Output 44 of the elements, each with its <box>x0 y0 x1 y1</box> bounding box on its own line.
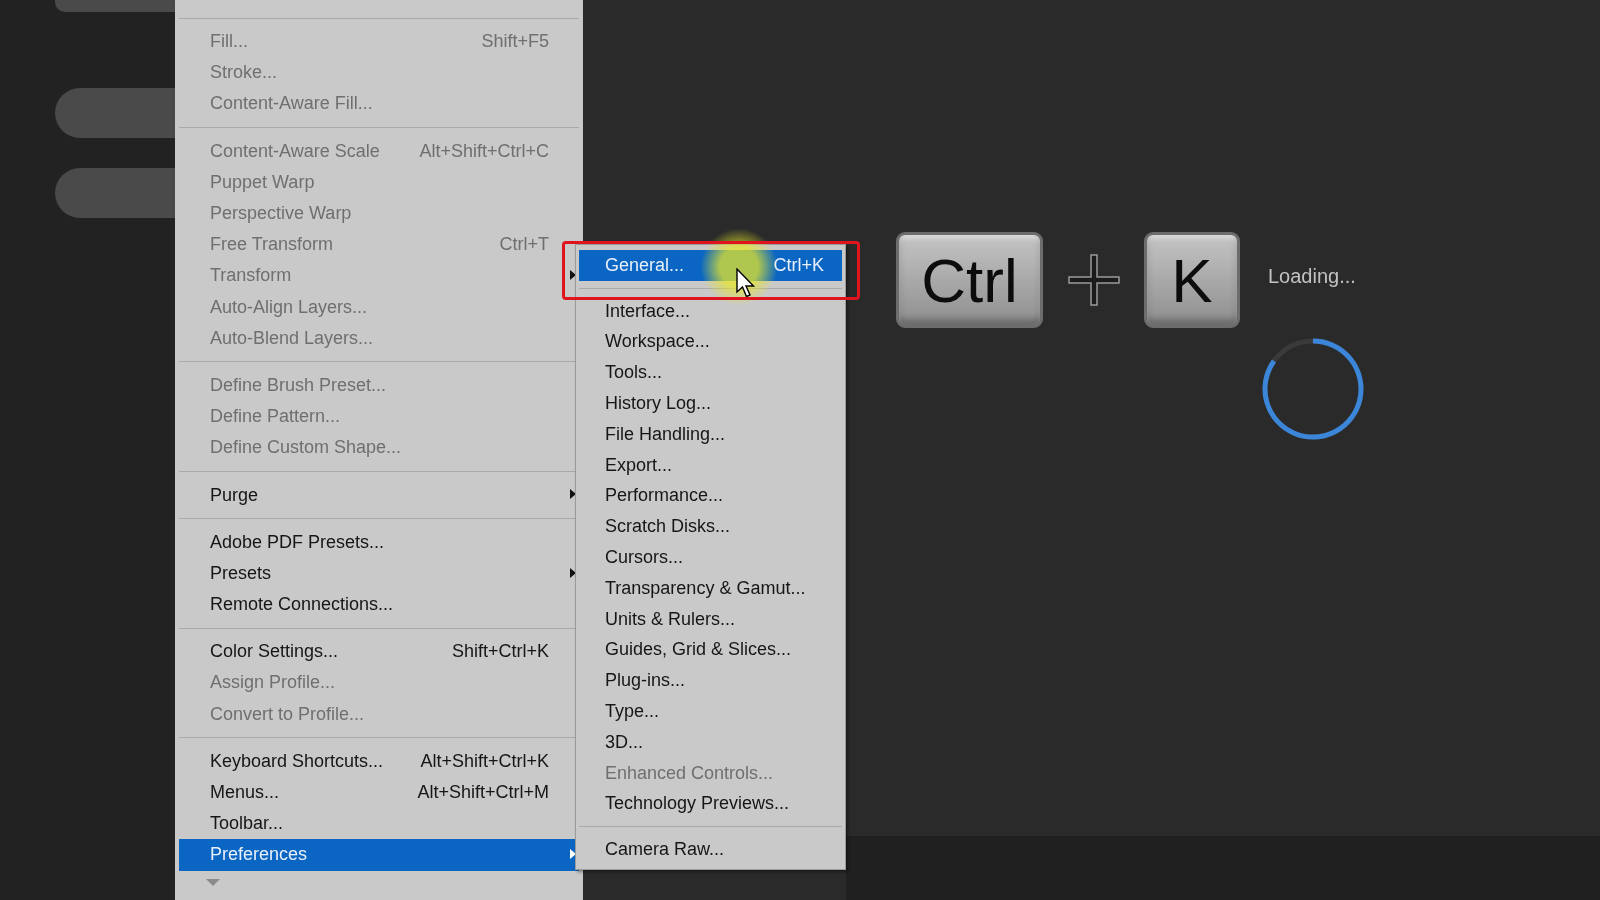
plus-icon <box>1067 253 1121 307</box>
menu-item[interactable]: General... Ctrl+K <box>579 250 842 281</box>
menu-item[interactable]: Interface... <box>579 295 842 327</box>
menu-item[interactable]: 3D... <box>579 726 842 758</box>
submenu-arrow-icon <box>570 849 576 860</box>
menu-item[interactable]: Color Settings... Shift+Ctrl+K <box>179 636 579 668</box>
keycap: Ctrl <box>896 232 1043 328</box>
menu-item[interactable]: Export... <box>579 449 842 481</box>
menu-item[interactable]: Workspace... <box>579 326 842 358</box>
menu-item[interactable]: Remote Connections... <box>179 589 579 621</box>
menu-item[interactable]: Units & Rulers... <box>579 603 842 635</box>
submenu-arrow-icon <box>570 489 576 500</box>
menu-item[interactable]: Plug-ins... <box>579 665 842 697</box>
submenu-arrow-icon <box>570 270 576 281</box>
shortcut-text: Shift+Ctrl+K <box>451 641 549 663</box>
menu-item[interactable]: Purge <box>179 479 579 511</box>
menu-item[interactable]: Adobe PDF Presets... <box>179 526 579 558</box>
shortcut-text: Alt+Shift+Ctrl+K <box>420 750 549 772</box>
scroll-down-icon[interactable] <box>206 878 220 886</box>
menu-item[interactable]: File Handling... <box>579 419 842 450</box>
menu-item[interactable]: Menus... Alt+Shift+Ctrl+M <box>179 776 579 809</box>
menu-item[interactable]: Type... <box>579 696 842 727</box>
shortcut-text: Ctrl+K <box>773 254 824 276</box>
keycap: K <box>1144 232 1240 328</box>
shortcut-text: Alt+Shift+Ctrl+C <box>419 140 549 162</box>
menu-item[interactable]: Camera Raw... <box>579 834 842 866</box>
menu-item[interactable]: Keyboard Shortcuts... Alt+Shift+Ctrl+K <box>179 745 579 777</box>
menu-item[interactable]: Cursors... <box>579 542 842 573</box>
shortcut-text: Shift+F5 <box>481 31 549 53</box>
menu-item[interactable]: Tools... <box>579 357 842 389</box>
shortcut-text: Alt+Shift+Ctrl+M <box>417 782 549 804</box>
menu-item[interactable]: Scratch Disks... <box>579 511 842 543</box>
menu-item[interactable]: Technology Previews... <box>579 788 842 820</box>
menu-item[interactable]: Transparency & Gamut... <box>579 572 842 604</box>
menu-item[interactable]: Preferences <box>179 839 579 871</box>
cursor-icon <box>736 268 756 298</box>
menu-item[interactable]: History Log... <box>579 388 842 419</box>
menu-item[interactable]: Performance... <box>579 480 842 512</box>
shortcut-text: Ctrl+T <box>499 234 549 256</box>
submenu-arrow-icon <box>570 567 576 578</box>
loading-text: Loading... <box>1268 264 1356 288</box>
menu-item[interactable]: Guides, Grid & Slices... <box>579 634 842 666</box>
menu-item[interactable]: Toolbar... <box>179 808 579 840</box>
menu-item[interactable]: Presets <box>179 557 579 589</box>
